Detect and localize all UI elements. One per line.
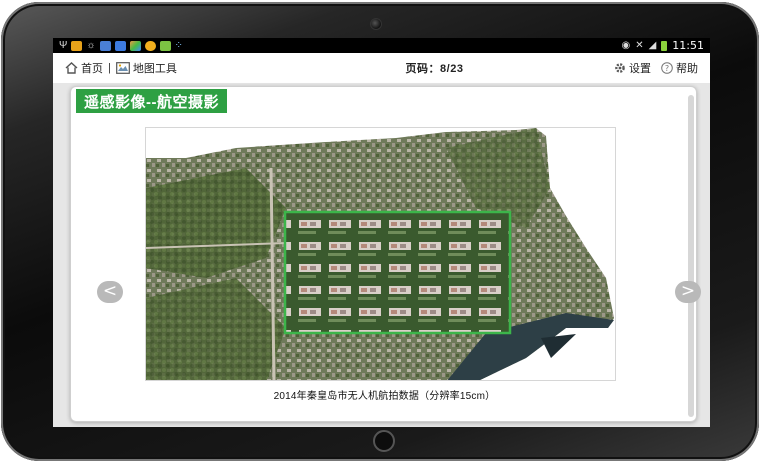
- map-tools-icon: [115, 62, 130, 74]
- settings-button[interactable]: 设置: [614, 60, 651, 76]
- home-hardware-button[interactable]: [373, 430, 395, 452]
- page-indicator: 页码：8/23: [405, 63, 464, 75]
- cloud-icon: [144, 40, 156, 51]
- help-icon: ?: [661, 62, 673, 74]
- tablet-device: Ψ ☼ ⁘ ◉ ✕ ◢ 11:51 首页 | 地图工具 页码：8/23 设置 ?…: [1, 2, 759, 461]
- app-icon-green: [159, 40, 171, 51]
- app-icon-news: [114, 40, 126, 51]
- app-toolbar: 首页 | 地图工具 页码：8/23 设置 ? 帮助: [53, 53, 710, 83]
- toolbar-right: 设置 ? 帮助: [614, 60, 698, 76]
- svg-text:?: ?: [665, 64, 669, 73]
- panel-scrollbar[interactable]: [688, 95, 694, 417]
- status-system-icons: ◉ ✕ ◢ 11:51: [621, 39, 704, 52]
- wifi-icon: ◢: [648, 39, 657, 51]
- toolbar-left: 首页 | 地图工具: [65, 60, 325, 76]
- gear-icon: [615, 63, 625, 73]
- home-label: 首页: [81, 63, 103, 75]
- previous-page-button[interactable]: <: [97, 281, 123, 303]
- battery-charging-icon: [661, 40, 668, 51]
- map-tools-button[interactable]: 地图工具: [115, 60, 177, 76]
- app-icon-blue: [99, 40, 111, 51]
- content-panel: 遥感影像--航空摄影 2014年秦皇岛市无人机航拍数据（分辨率15cm） < >: [70, 86, 701, 422]
- front-camera: [370, 18, 382, 30]
- network-icon: ⁘: [174, 39, 183, 51]
- brightness-icon: ☼: [86, 39, 96, 51]
- panel-title: 遥感影像--航空摄影: [76, 89, 227, 113]
- help-label: 帮助: [676, 63, 698, 75]
- status-time: 11:51: [672, 39, 704, 52]
- photo-caption: 2014年秦皇岛市无人机航拍数据（分辨率15cm）: [273, 391, 496, 402]
- aerial-image: [146, 128, 615, 380]
- home-icon: [65, 62, 78, 74]
- eye-icon: ◉: [621, 39, 631, 51]
- status-notification-icons: Ψ ☼ ⁘: [59, 39, 183, 51]
- help-button[interactable]: ? 帮助: [661, 60, 698, 76]
- usb-icon: Ψ: [59, 39, 68, 51]
- app-icon-orange: [71, 40, 83, 51]
- home-button[interactable]: 首页: [65, 60, 103, 76]
- tablet-screen: Ψ ☼ ⁘ ◉ ✕ ◢ 11:51 首页 | 地图工具 页码：8/23 设置 ?…: [53, 38, 710, 427]
- next-page-button[interactable]: >: [675, 281, 701, 303]
- toolbar-separator: |: [108, 62, 111, 74]
- mute-icon: ✕: [635, 39, 644, 51]
- app-icon-maps: [129, 40, 141, 51]
- aerial-photo: [145, 127, 616, 381]
- settings-label: 设置: [629, 63, 651, 75]
- map-tools-label: 地图工具: [132, 63, 177, 75]
- status-bar: Ψ ☼ ⁘ ◉ ✕ ◢ 11:51: [53, 38, 710, 53]
